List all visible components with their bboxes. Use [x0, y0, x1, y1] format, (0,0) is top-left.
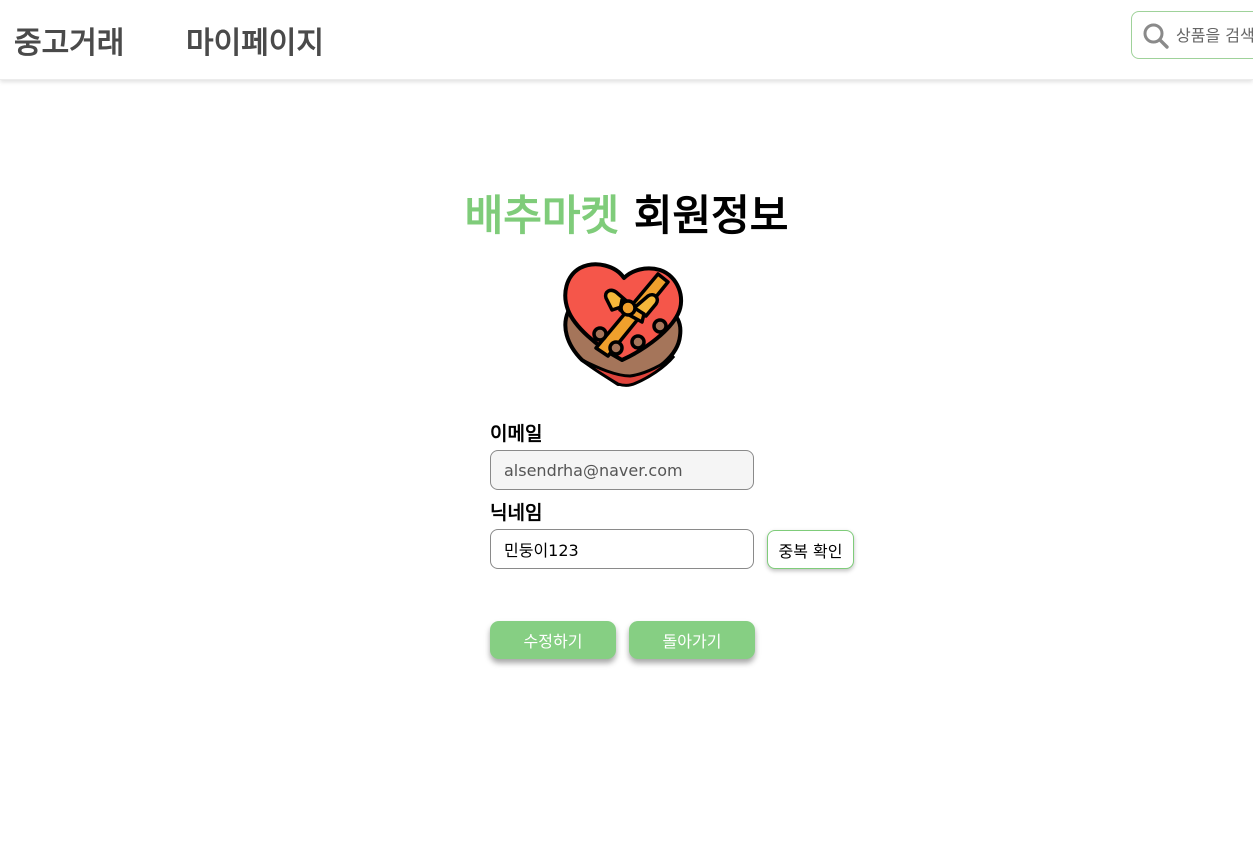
- page-title: 배추마켓 회원정보: [0, 182, 1253, 243]
- email-label: 이메일: [490, 423, 543, 445]
- page-title-brand: 배추마켓: [464, 191, 620, 240]
- search-box[interactable]: [1131, 11, 1253, 59]
- heart-gift-box-icon: [563, 262, 684, 387]
- nickname-field[interactable]: [490, 529, 754, 569]
- page-title-rest: 회원정보: [633, 191, 789, 240]
- edit-button[interactable]: 수정하기: [490, 621, 616, 659]
- search-input[interactable]: [1176, 22, 1253, 48]
- nickname-label: 닉네임: [490, 502, 543, 524]
- back-button[interactable]: 돌아가기: [629, 621, 755, 659]
- email-field[interactable]: [490, 450, 754, 490]
- top-header: 중고거래 마이페이지: [0, 0, 1253, 80]
- search-icon[interactable]: [1142, 22, 1170, 50]
- nav-link-used-trade[interactable]: 중고거래: [14, 18, 124, 62]
- nav-link-my-page[interactable]: 마이페이지: [186, 18, 324, 62]
- duplicate-check-button[interactable]: 중복 확인: [767, 530, 854, 569]
